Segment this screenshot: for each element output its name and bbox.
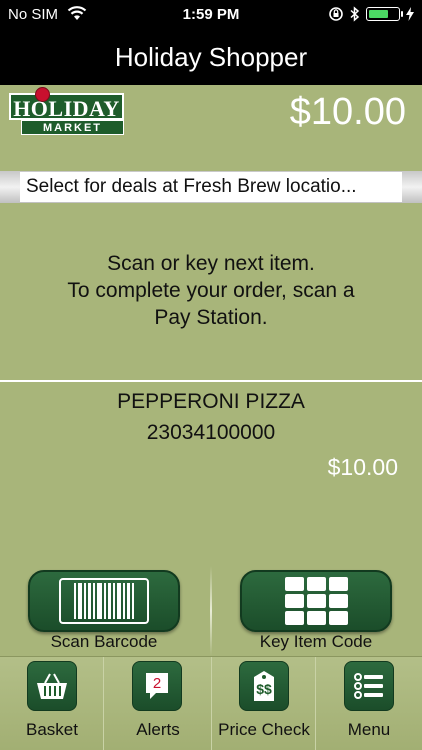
barcode-icon [59,578,149,624]
action-area: Scan Barcode Key Item Code [0,566,422,656]
action-separator [210,566,212,656]
status-bar: No SIM 1:59 PM [0,0,422,30]
item-price: $10.00 [327,454,398,480]
scan-barcode-label[interactable]: Scan Barcode [14,632,194,652]
apple-icon [35,87,50,102]
menu-icon [344,661,394,711]
tab-bar: Basket 2 Alerts $$ Price Check Menu [0,656,422,750]
deals-selector-label[interactable]: Select for deals at Fresh Brew locatio..… [20,172,402,202]
header: HOLIDAY MARKET $10.00 [0,85,422,171]
key-item-code-label[interactable]: Key Item Code [226,632,406,652]
divider [0,380,422,382]
tab-menu[interactable]: Menu [316,657,422,750]
tab-basket[interactable]: Basket [0,657,104,750]
price-tag-icon: $$ [239,661,289,711]
basket-icon [27,661,77,711]
charging-icon [406,7,414,21]
instruction-line-2: To complete your order, scan a [67,279,355,302]
deals-selector[interactable]: Select for deals at Fresh Brew locatio..… [0,171,422,203]
app-title: Holiday Shopper [114,42,308,72]
alerts-badge: 2 [153,675,161,692]
battery-icon [366,7,403,21]
nav-bar: Holiday Shopper [0,30,422,85]
bluetooth-icon [350,6,360,22]
tab-price-check-label: Price Check [218,720,310,739]
tab-basket-label: Basket [26,720,78,739]
logo-holiday-text: HOLIDAY [9,93,124,121]
instruction-message: Scan or key next item. To complete your … [0,250,422,331]
logo-market-text: MARKET [21,120,124,135]
tab-menu-label: Menu [347,720,391,739]
instruction-line-1: Scan or key next item. [107,252,315,275]
item-name: PEPPERONI PIZZA [117,390,305,413]
scan-barcode-button[interactable] [28,570,180,632]
key-item-code-button[interactable] [240,570,392,632]
tab-alerts-label: Alerts [136,720,180,739]
tab-price-check[interactable]: $$ Price Check [212,657,316,750]
alerts-icon: 2 [132,661,182,711]
holiday-market-logo: HOLIDAY MARKET [9,87,124,139]
keypad-icon [284,577,348,625]
instruction-line-3: Pay Station. [154,306,268,329]
item-code: 23034100000 [146,421,276,444]
rotation-lock-icon [329,7,343,21]
order-total: $10.00 [289,91,406,133]
svg-text:$$: $$ [256,681,272,697]
tab-alerts[interactable]: 2 Alerts [104,657,212,750]
